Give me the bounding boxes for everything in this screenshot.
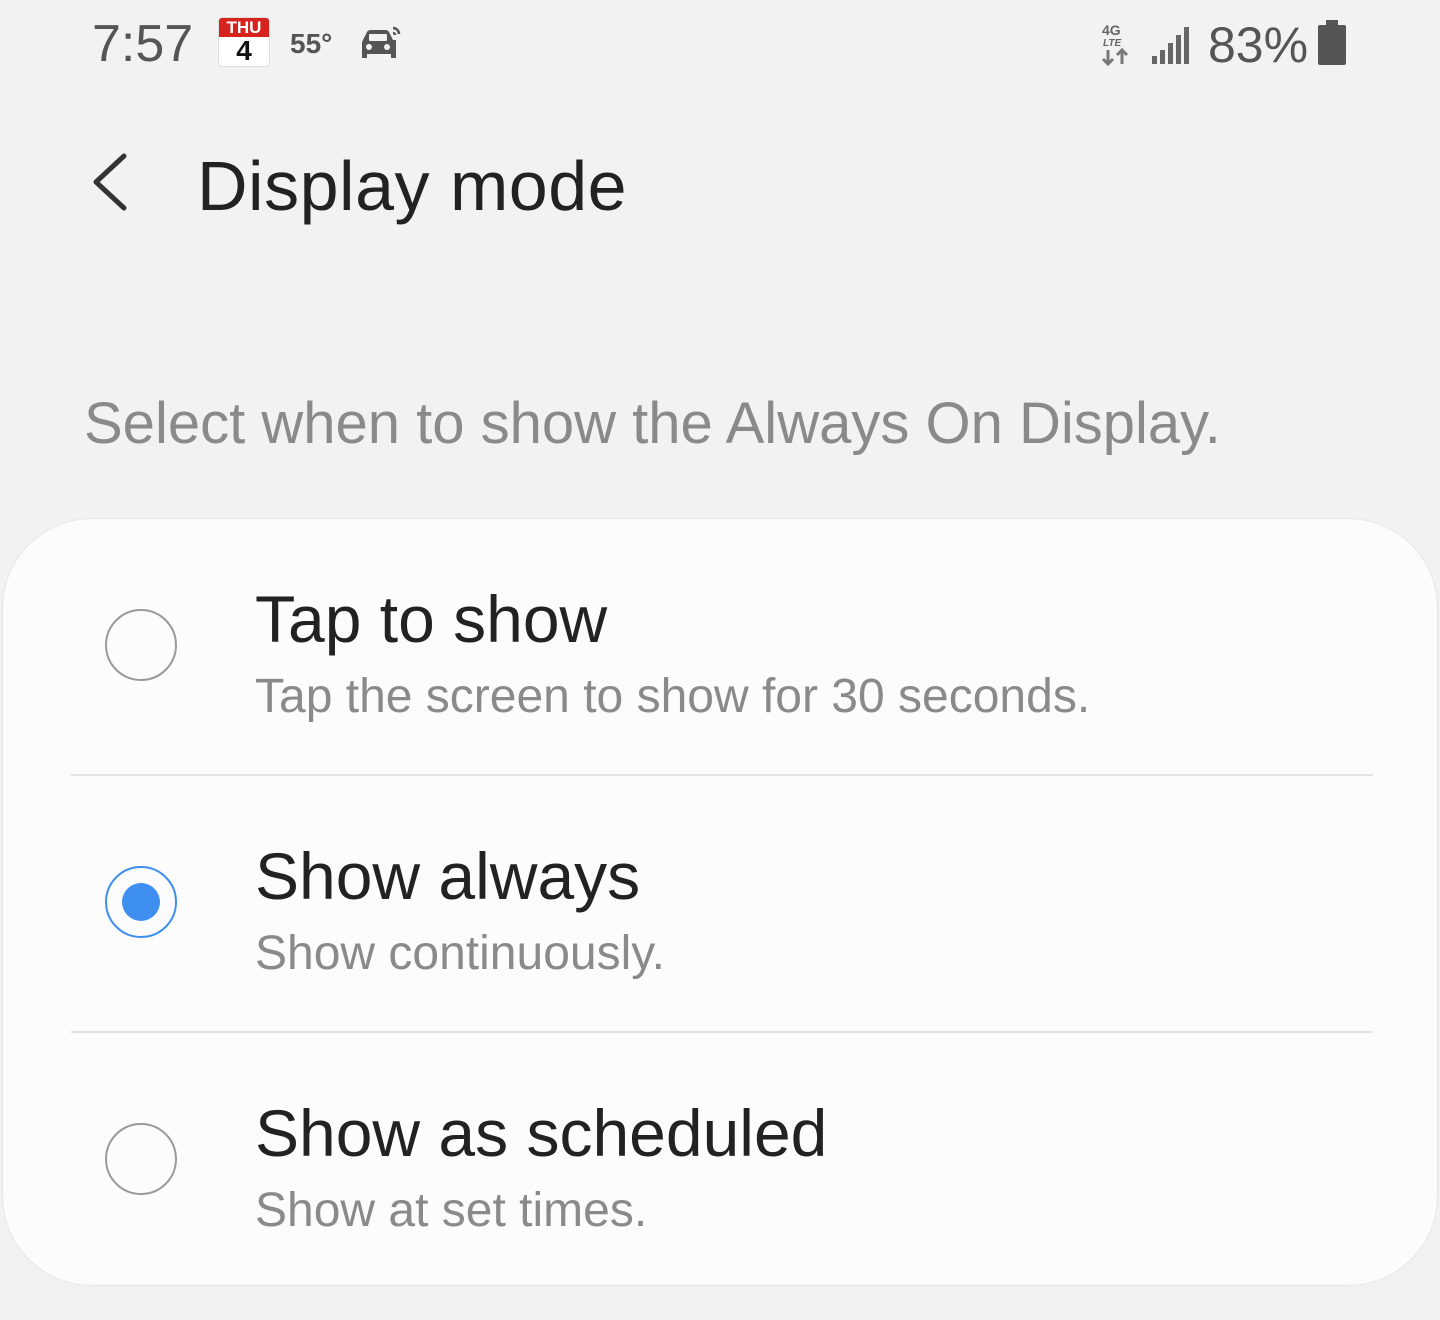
option-subtitle: Show continuously. <box>255 927 666 980</box>
lte-text: LTE <box>1103 38 1121 49</box>
status-bar: 7:57 THU 4 55° 4G LTE 83% <box>0 0 1440 90</box>
back-button[interactable] <box>78 146 148 216</box>
page-title: Display mode <box>197 147 628 225</box>
option-show-always[interactable]: Show always Show continuously. <box>3 776 1439 1032</box>
option-subtitle: Show at set times. <box>255 1184 648 1237</box>
calendar-day: 4 <box>236 35 252 66</box>
display-mode-options-card: Tap to show Tap the screen to show for 3… <box>2 518 1438 1286</box>
option-title: Show always <box>255 839 641 913</box>
option-tap-to-show[interactable]: Tap to show Tap the screen to show for 3… <box>3 519 1439 775</box>
signal-icon <box>1152 27 1189 64</box>
option-title: Show as scheduled <box>255 1096 828 1170</box>
status-time: 7:57 <box>92 15 194 73</box>
radio-button-tap-to-show[interactable] <box>105 609 177 681</box>
option-show-as-scheduled[interactable]: Show as scheduled Show at set times. <box>3 1033 1439 1289</box>
battery-percent: 83% <box>1208 17 1309 73</box>
option-title: Tap to show <box>255 582 608 656</box>
page-description: Select when to show the Always On Displa… <box>84 391 1221 456</box>
radio-button-show-as-scheduled[interactable] <box>105 1123 177 1195</box>
option-subtitle: Tap the screen to show for 30 seconds. <box>255 670 1091 723</box>
calendar-icon: THU 4 <box>219 18 269 66</box>
radio-button-show-always[interactable] <box>105 866 177 938</box>
weather-temperature: 55° <box>290 28 333 59</box>
battery-icon <box>1318 20 1346 65</box>
lte-4g-text: 4G <box>1102 22 1121 38</box>
lte-icon: 4G LTE <box>1101 22 1129 67</box>
chevron-left-icon[interactable] <box>78 146 148 216</box>
car-icon <box>362 26 401 58</box>
app-bar: Display mode <box>0 120 1440 250</box>
